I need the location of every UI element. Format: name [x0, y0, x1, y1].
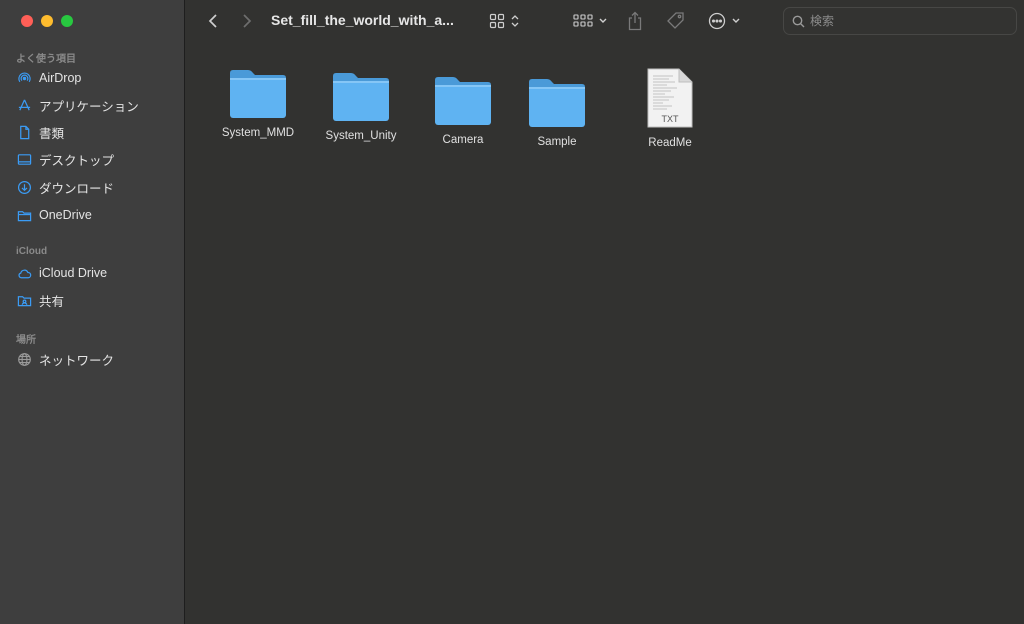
file-name: System_MMD: [221, 127, 295, 139]
tags-button[interactable]: [664, 10, 686, 32]
sidebar-item-documents[interactable]: 書類: [17, 122, 177, 142]
sidebar-item-network[interactable]: ネットワーク: [17, 349, 177, 369]
sidebar-item-label: アプリケーション: [39, 99, 139, 114]
sidebar-item-icloud-drive[interactable]: iCloud Drive: [17, 263, 177, 283]
close-window-button[interactable]: [21, 15, 33, 27]
file-type-badge: TXT: [661, 114, 679, 124]
sidebar-header-locations: 場所: [16, 335, 36, 346]
zoom-window-button[interactable]: [61, 15, 73, 27]
sidebar-item-label: ダウンロード: [39, 181, 115, 196]
chevron-right-icon: [243, 14, 252, 28]
finder-window: よく使う項目 AirDrop アプリケーション 書類 デスクトップ ダウンロード…: [0, 0, 1024, 624]
sidebar-item-label: 書類: [39, 126, 65, 141]
sidebar-item-airdrop[interactable]: AirDrop: [17, 68, 177, 88]
view-mode-button[interactable]: [486, 11, 522, 31]
airdrop-icon: [18, 72, 31, 82]
applications-icon: [18, 99, 31, 110]
sidebar: よく使う項目 AirDrop アプリケーション 書類 デスクトップ ダウンロード…: [0, 0, 185, 624]
cloud-icon: [18, 269, 32, 278]
sidebar-item-label: AirDrop: [39, 71, 82, 85]
search-icon: [792, 15, 805, 27]
file-item-sample[interactable]: Sample: [507, 78, 607, 148]
share-icon: [628, 11, 642, 31]
forward-button[interactable]: [239, 12, 255, 30]
file-name: System_Unity: [325, 130, 397, 142]
sidebar-header-icloud: iCloud: [16, 246, 48, 257]
folder-icon: [17, 210, 32, 221]
minimize-window-button[interactable]: [41, 15, 53, 27]
sidebar-item-downloads[interactable]: ダウンロード: [17, 177, 177, 197]
folder-icon: [230, 70, 286, 118]
icon-view-icon: [489, 13, 504, 29]
action-menu-button[interactable]: [705, 11, 743, 31]
sidebar-item-label: デスクトップ: [39, 153, 115, 168]
chevron-updown-icon: [511, 15, 518, 27]
window-controls: [21, 15, 73, 27]
file-item-system-mmd[interactable]: System_MMD: [208, 69, 308, 139]
sidebar-item-label: OneDrive: [39, 208, 92, 222]
group-by-button[interactable]: [571, 11, 609, 31]
search-input[interactable]: [810, 14, 1000, 28]
sidebar-item-label: ネットワーク: [39, 353, 115, 368]
chevron-down-icon: [732, 18, 739, 23]
download-icon: [17, 180, 32, 194]
sidebar-item-shared[interactable]: 共有: [17, 290, 177, 310]
file-name: Camera: [442, 134, 484, 146]
window-title: Set_fill_the_world_with_a...: [271, 12, 454, 28]
text-file-icon: TXT: [647, 68, 693, 128]
sidebar-item-onedrive[interactable]: OneDrive: [17, 205, 177, 225]
sidebar-item-desktop[interactable]: デスクトップ: [17, 149, 177, 169]
file-item-readme[interactable]: TXT ReadMe: [620, 68, 720, 149]
folder-icon: [435, 77, 491, 125]
sidebar-header-favorites: よく使う項目: [16, 54, 76, 65]
more-icon: [708, 12, 725, 30]
desktop-icon: [17, 153, 32, 165]
share-button[interactable]: [626, 10, 644, 32]
sidebar-item-applications[interactable]: アプリケーション: [17, 95, 177, 115]
sidebar-item-label: 共有: [39, 294, 65, 309]
file-item-system-unity[interactable]: System_Unity: [311, 72, 411, 142]
search-field[interactable]: [783, 7, 1017, 35]
folder-icon: [333, 73, 389, 121]
chevron-left-icon: [208, 14, 217, 28]
shared-folder-icon: [17, 295, 32, 306]
file-name: Sample: [537, 136, 577, 148]
chevron-down-icon: [599, 18, 606, 23]
network-icon: [18, 352, 31, 366]
document-icon: [20, 125, 30, 139]
file-item-camera[interactable]: Camera: [413, 76, 513, 146]
folder-icon: [529, 79, 585, 127]
tag-icon: [667, 12, 684, 29]
group-icon: [572, 14, 593, 27]
back-button[interactable]: [205, 12, 221, 30]
file-name: ReadMe: [648, 137, 692, 149]
sidebar-item-label: iCloud Drive: [39, 266, 108, 280]
